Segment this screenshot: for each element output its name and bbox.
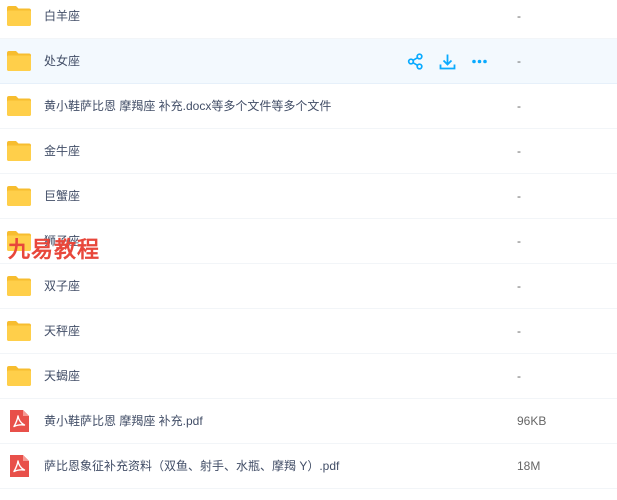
file-size: -: [517, 234, 521, 248]
file-row[interactable]: 巨蟹座 -: [0, 174, 617, 219]
more-button[interactable]: [470, 52, 489, 71]
folder-icon: [7, 321, 31, 341]
file-name[interactable]: 双子座: [44, 264, 80, 309]
more-icon: [472, 59, 487, 64]
file-size: -: [517, 279, 521, 293]
download-button[interactable]: [438, 52, 457, 71]
file-row[interactable]: 天秤座 -: [0, 309, 617, 354]
file-name[interactable]: 天秤座: [44, 309, 80, 354]
file-size: -: [517, 99, 521, 113]
file-size: 96KB: [517, 414, 547, 428]
file-row[interactable]: 金牛座 -: [0, 129, 617, 174]
file-size: -: [517, 54, 521, 68]
pdf-icon: [10, 455, 29, 477]
file-row[interactable]: 黄小鞋萨比恩 摩羯座 补充.docx等多个文件等多个文件 -: [0, 84, 617, 129]
folder-icon: [7, 6, 31, 26]
file-name[interactable]: 黄小鞋萨比恩 摩羯座 补充.pdf: [44, 399, 203, 444]
folder-icon: [7, 51, 31, 71]
file-row[interactable]: 处女座 -: [0, 39, 617, 84]
file-size: -: [517, 369, 521, 383]
folder-icon: [7, 96, 31, 116]
file-name[interactable]: 萨比恩象征补充资料（双鱼、射手、水瓶、摩羯 Y）.pdf: [44, 444, 339, 489]
file-size: -: [517, 189, 521, 203]
file-name[interactable]: 金牛座: [44, 129, 80, 174]
file-size: -: [517, 324, 521, 338]
folder-icon: [7, 366, 31, 386]
row-actions: [406, 39, 489, 84]
share-icon: [407, 53, 423, 70]
file-name[interactable]: 处女座: [44, 39, 80, 84]
folder-icon: [7, 276, 31, 296]
file-row[interactable]: 萨比恩象征补充资料（双鱼、射手、水瓶、摩羯 Y）.pdf 18M: [0, 444, 617, 489]
pdf-icon: [10, 410, 29, 432]
watermark: 九易教程: [8, 238, 101, 263]
file-name[interactable]: 天蝎座: [44, 354, 80, 399]
file-row[interactable]: 双子座 -: [0, 264, 617, 309]
folder-icon: [7, 186, 31, 206]
file-size: -: [517, 9, 521, 23]
file-size: 18M: [517, 459, 541, 473]
file-name[interactable]: 白羊座: [44, 0, 80, 39]
file-name[interactable]: 黄小鞋萨比恩 摩羯座 补充.docx等多个文件等多个文件: [44, 84, 331, 129]
download-icon: [439, 54, 456, 70]
file-name[interactable]: 巨蟹座: [44, 174, 80, 219]
file-row[interactable]: 白羊座 -: [0, 0, 617, 39]
share-button[interactable]: [406, 52, 425, 71]
file-size: -: [517, 144, 521, 158]
file-row[interactable]: 黄小鞋萨比恩 摩羯座 补充.pdf 96KB: [0, 399, 617, 444]
file-row[interactable]: 天蝎座 -: [0, 354, 617, 399]
folder-icon: [7, 141, 31, 161]
